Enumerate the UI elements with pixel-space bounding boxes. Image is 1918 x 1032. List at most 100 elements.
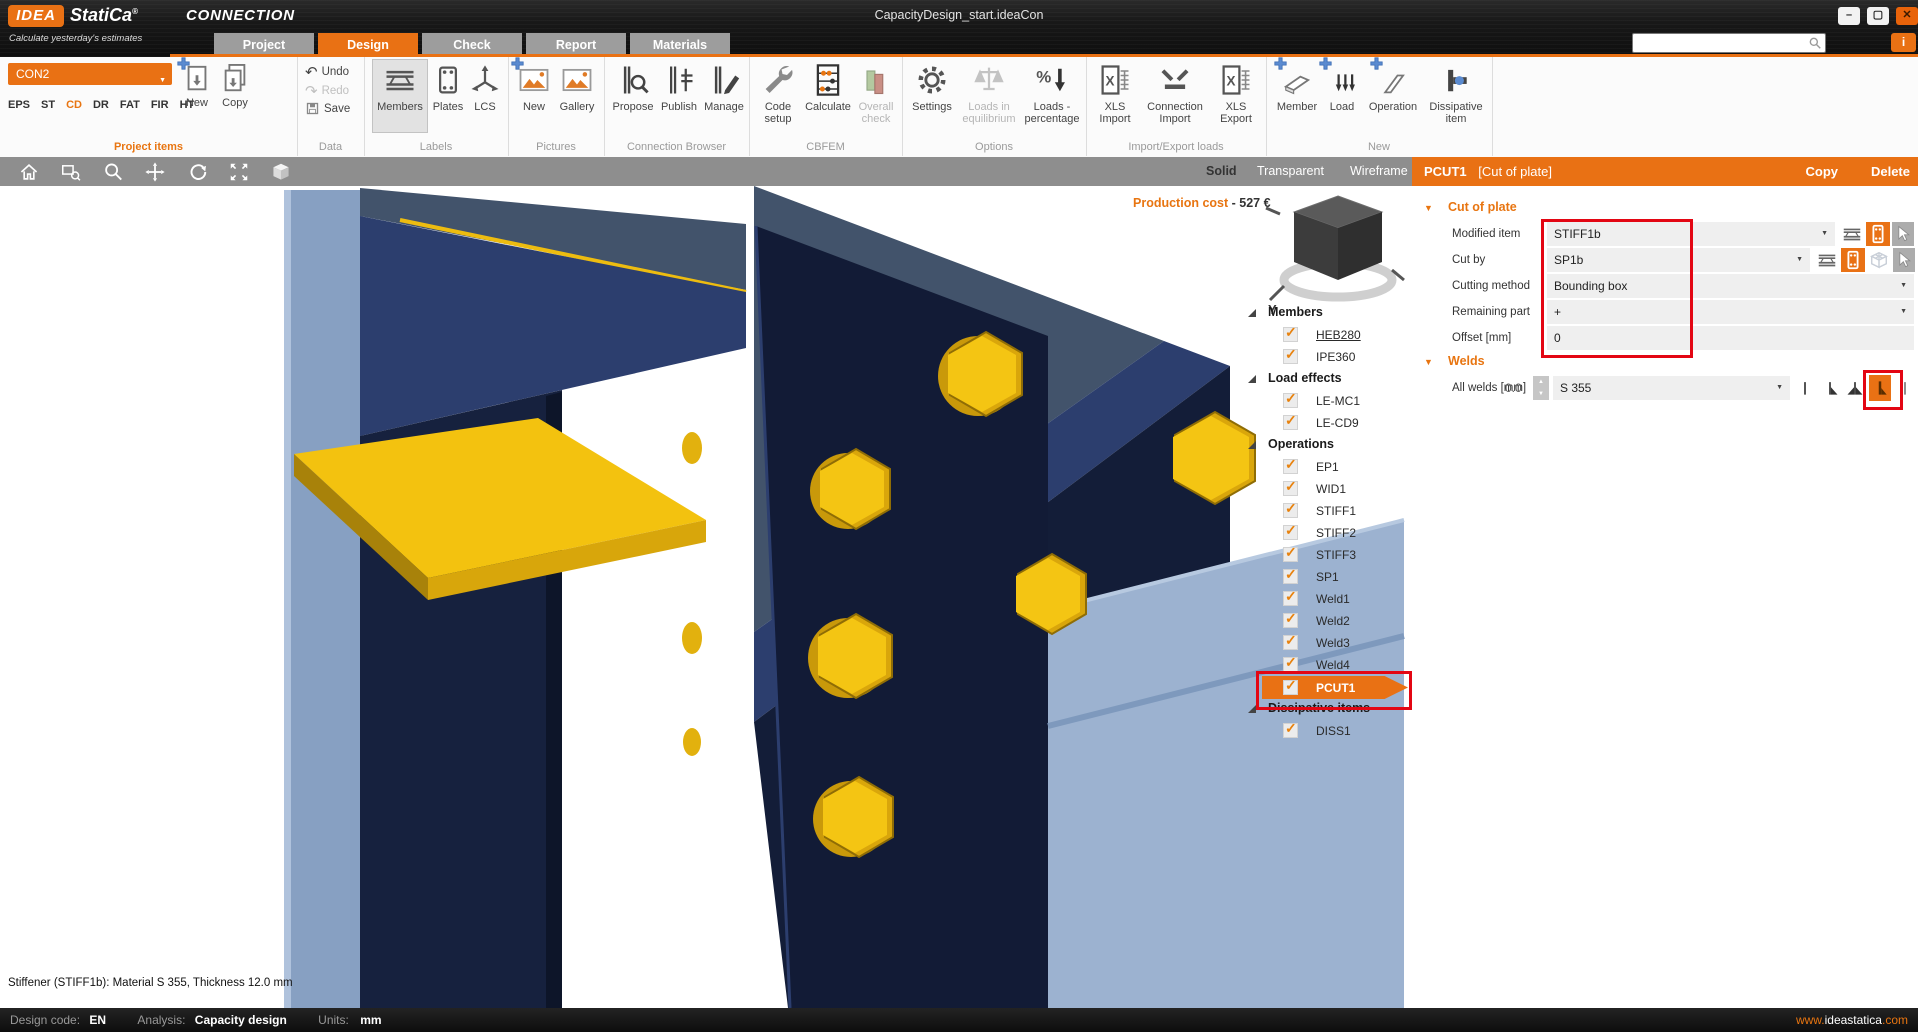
maximize-button[interactable]: ▢ bbox=[1867, 7, 1889, 25]
checkbox-checked[interactable] bbox=[1283, 481, 1298, 496]
checkbox-checked[interactable] bbox=[1283, 525, 1298, 540]
checkbox-checked[interactable] bbox=[1283, 393, 1298, 408]
mode-cd[interactable]: CD bbox=[66, 99, 82, 111]
redo-button[interactable]: ↷ Redo bbox=[305, 82, 349, 100]
labels-members-button[interactable]: Members bbox=[372, 59, 428, 133]
connection-import-button[interactable]: Connection Import bbox=[1138, 59, 1212, 133]
mode-st[interactable]: ST bbox=[41, 99, 55, 111]
pick-in-scene-button[interactable] bbox=[1893, 248, 1915, 272]
stepper-up-icon[interactable]: ▲ bbox=[1533, 376, 1549, 388]
new-load-button[interactable]: Load bbox=[1322, 59, 1362, 133]
search-input[interactable] bbox=[1632, 33, 1826, 53]
checkbox-checked[interactable] bbox=[1283, 569, 1298, 584]
minimize-button[interactable]: – bbox=[1838, 7, 1860, 25]
zoom-icon[interactable] bbox=[100, 161, 126, 183]
calculate-button[interactable]: Calculate bbox=[801, 59, 855, 133]
zoom-window-icon[interactable] bbox=[58, 161, 84, 183]
home-view-icon[interactable] bbox=[16, 161, 42, 183]
tree-item-weld1[interactable]: Weld1 bbox=[1245, 589, 1412, 610]
propose-button[interactable]: Propose bbox=[608, 59, 658, 133]
select-mesh-button[interactable] bbox=[1867, 248, 1891, 272]
tree-item-diss1[interactable]: DISS1 bbox=[1245, 721, 1412, 742]
tree-item-wid1[interactable]: WID1 bbox=[1245, 479, 1412, 500]
tree-group-load-effects[interactable]: Load effects bbox=[1245, 369, 1412, 390]
overall-check-button[interactable]: Overall check bbox=[853, 59, 899, 133]
checkbox-checked[interactable] bbox=[1283, 459, 1298, 474]
labels-plates-button[interactable]: Plates bbox=[428, 59, 468, 133]
tree-item-stiff3[interactable]: STIFF3 bbox=[1245, 545, 1412, 566]
tree-item-stiff2[interactable]: STIFF2 bbox=[1245, 523, 1412, 544]
all-welds-value[interactable]: 0.0 bbox=[1505, 376, 1522, 400]
loads-percentage-button[interactable]: Loads - percentage bbox=[1020, 59, 1084, 133]
connection-select[interactable]: CON2▼ bbox=[8, 63, 172, 85]
new-member-button[interactable]: Member bbox=[1270, 59, 1324, 133]
checkbox-checked[interactable] bbox=[1283, 723, 1298, 738]
tree-item-sp1[interactable]: SP1 bbox=[1245, 567, 1412, 588]
labels-lcs-button[interactable]: LCS bbox=[466, 59, 504, 133]
code-setup-button[interactable]: Code setup bbox=[755, 59, 801, 133]
view-mode-wireframe[interactable]: Wireframe bbox=[1350, 157, 1408, 186]
mode-eps[interactable]: EPS bbox=[8, 99, 30, 111]
tree-item-stiff1[interactable]: STIFF1 bbox=[1245, 501, 1412, 522]
undo-button[interactable]: ↶ Undo bbox=[305, 63, 349, 81]
checkbox-checked[interactable] bbox=[1283, 327, 1298, 342]
expander-icon[interactable] bbox=[1248, 441, 1256, 449]
tree-item-ep1[interactable]: EP1 bbox=[1245, 457, 1412, 478]
tree-item-heb280[interactable]: HEB280 bbox=[1245, 325, 1412, 346]
new-operation-button[interactable]: Operation bbox=[1362, 59, 1424, 133]
checkbox-checked[interactable] bbox=[1283, 613, 1298, 628]
expander-icon[interactable] bbox=[1248, 309, 1256, 317]
select-beam-button[interactable] bbox=[1815, 248, 1839, 272]
checkbox-checked[interactable] bbox=[1283, 547, 1298, 562]
loads-in-equilibrium-button[interactable]: Loads in equilibrium bbox=[956, 59, 1022, 133]
info-button[interactable]: i bbox=[1891, 33, 1916, 52]
solid-cube-icon[interactable] bbox=[268, 161, 294, 183]
tree-item-ipe360[interactable]: IPE360 bbox=[1245, 347, 1412, 368]
manage-button[interactable]: Manage bbox=[700, 59, 748, 133]
tree-group-members[interactable]: Members bbox=[1245, 303, 1412, 324]
xls-export-button[interactable]: XLS Export bbox=[1212, 59, 1260, 133]
viewport-3d[interactable] bbox=[0, 157, 1412, 1008]
tree-item-weld2[interactable]: Weld2 bbox=[1245, 611, 1412, 632]
mode-fir[interactable]: FIR bbox=[151, 99, 169, 111]
expander-icon[interactable] bbox=[1248, 375, 1256, 383]
checkbox-checked[interactable] bbox=[1283, 415, 1298, 430]
expander-icon[interactable] bbox=[1248, 705, 1256, 713]
picture-new-button[interactable]: New bbox=[514, 59, 554, 133]
pan-icon[interactable] bbox=[142, 161, 168, 183]
section-collapse-icon[interactable]: ▼ bbox=[1424, 357, 1433, 367]
close-button[interactable]: ✕ bbox=[1896, 7, 1918, 25]
zoom-fit-icon[interactable] bbox=[226, 161, 252, 183]
select-plate-button-active[interactable] bbox=[1841, 248, 1865, 272]
save-button[interactable]: Save bbox=[305, 101, 350, 116]
view-mode-solid[interactable]: Solid bbox=[1206, 157, 1237, 186]
copy-connection-button[interactable]: Copy bbox=[216, 59, 254, 133]
select-plate-button-active[interactable] bbox=[1866, 222, 1890, 246]
view-mode-transparent[interactable]: Transparent bbox=[1257, 157, 1324, 186]
checkbox-checked[interactable] bbox=[1283, 635, 1298, 650]
publish-button[interactable]: Publish bbox=[656, 59, 702, 133]
section-collapse-icon[interactable]: ▼ bbox=[1424, 203, 1433, 213]
new-connection-button[interactable]: New bbox=[178, 59, 216, 133]
panel-copy-button[interactable]: Copy bbox=[1806, 157, 1839, 186]
tree-item-weld3[interactable]: Weld3 bbox=[1245, 633, 1412, 654]
pick-in-scene-button[interactable] bbox=[1892, 222, 1914, 246]
rotate-icon[interactable] bbox=[184, 161, 210, 183]
tree-item-le-mc1[interactable]: LE-MC1 bbox=[1245, 391, 1412, 412]
xls-import-button[interactable]: XLS Import bbox=[1092, 59, 1138, 133]
mode-dr[interactable]: DR bbox=[93, 99, 109, 111]
weld-type-fillet-button[interactable] bbox=[1819, 375, 1841, 401]
checkbox-checked[interactable] bbox=[1283, 591, 1298, 606]
checkbox-checked[interactable] bbox=[1283, 349, 1298, 364]
select-beam-button[interactable] bbox=[1840, 222, 1864, 246]
tree-group-operations[interactable]: Operations bbox=[1245, 435, 1412, 456]
stepper-down-icon[interactable]: ▼ bbox=[1533, 388, 1549, 400]
all-welds-stepper[interactable]: ▲ ▼ bbox=[1533, 376, 1549, 400]
mode-fat[interactable]: FAT bbox=[120, 99, 140, 111]
checkbox-checked[interactable] bbox=[1283, 657, 1298, 672]
tree-item-le-cd9[interactable]: LE-CD9 bbox=[1245, 413, 1412, 434]
checkbox-checked[interactable] bbox=[1283, 503, 1298, 518]
weld-type-butt-button[interactable] bbox=[1794, 375, 1816, 401]
website-link[interactable]: www.ideastatica.com bbox=[1796, 1008, 1908, 1032]
new-dissipative-item-button[interactable]: Dissipative item bbox=[1424, 59, 1488, 133]
